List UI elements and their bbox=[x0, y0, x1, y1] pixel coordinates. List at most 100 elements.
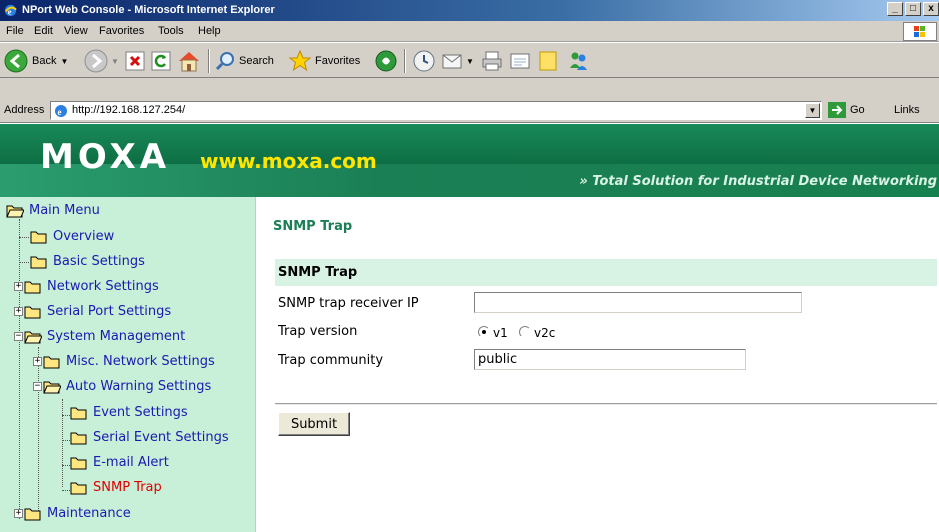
expand-plus-icon[interactable]: + bbox=[14, 509, 23, 518]
folder-icon bbox=[70, 457, 87, 469]
go-button[interactable]: Go bbox=[828, 102, 865, 118]
print-icon bbox=[482, 51, 502, 71]
toolbar-spacer bbox=[0, 78, 939, 99]
nav-item-serial-port-settings[interactable]: + Serial Port Settings bbox=[14, 304, 171, 319]
trap-version-v1-radio[interactable] bbox=[478, 326, 490, 338]
collapse-minus-icon[interactable]: − bbox=[33, 382, 42, 391]
refresh-icon bbox=[151, 51, 171, 71]
chevron-down-icon: ▼ bbox=[111, 56, 119, 66]
search-label: Search bbox=[239, 55, 274, 67]
trap-version-v2c-radio[interactable] bbox=[519, 326, 531, 338]
nav-item-serial-event-settings[interactable]: Serial Event Settings bbox=[70, 430, 229, 445]
main-content: SNMP Trap SNMP Trap SNMP trap receiver I… bbox=[257, 197, 939, 532]
search-button[interactable]: Search bbox=[214, 47, 274, 75]
links-button[interactable]: Links bbox=[894, 104, 920, 116]
svg-text:e: e bbox=[8, 6, 12, 16]
stop-button[interactable] bbox=[124, 47, 146, 75]
nav-label: SNMP Trap bbox=[93, 480, 162, 495]
moxa-logo: MOXA bbox=[40, 137, 171, 177]
browser-toolbar: Back ▼ ▼ Search Favorites ▼ bbox=[0, 42, 939, 78]
nav-item-snmp-trap[interactable]: SNMP Trap bbox=[70, 480, 162, 495]
internet-explorer-icon: e bbox=[4, 4, 17, 16]
chevron-down-icon: ▼ bbox=[466, 56, 474, 66]
favorites-star-icon bbox=[288, 49, 312, 72]
folder-icon bbox=[24, 508, 41, 520]
moxa-url[interactable]: www.moxa.com bbox=[200, 149, 377, 173]
nav-label: System Management bbox=[47, 329, 186, 344]
edit-icon bbox=[510, 53, 530, 69]
edit-button[interactable] bbox=[508, 47, 532, 75]
go-label: Go bbox=[850, 104, 865, 116]
page-icon: e bbox=[55, 105, 67, 117]
home-button[interactable] bbox=[176, 47, 202, 75]
trap-version-v1-label: v1 bbox=[493, 326, 508, 340]
refresh-button[interactable] bbox=[150, 47, 172, 75]
menu-favorites[interactable]: Favorites bbox=[99, 25, 144, 37]
address-url: http://192.168.127.254/ bbox=[72, 104, 186, 116]
trap-version-v2c-label: v2c bbox=[534, 326, 556, 340]
back-arrow-icon bbox=[4, 49, 28, 73]
address-label: Address bbox=[4, 104, 45, 116]
address-input[interactable]: e http://192.168.127.254/ ▼ bbox=[50, 101, 822, 120]
trap-community-label: Trap community bbox=[278, 353, 384, 368]
nav-item-auto-warning-settings[interactable]: − Auto Warning Settings bbox=[33, 379, 211, 394]
folder-icon bbox=[24, 281, 41, 293]
folder-icon bbox=[70, 432, 87, 444]
menu-view[interactable]: View bbox=[64, 25, 88, 37]
expand-plus-icon[interactable]: + bbox=[33, 357, 42, 366]
svg-text:e: e bbox=[58, 107, 62, 117]
nav-label: Network Settings bbox=[47, 279, 159, 294]
back-button[interactable]: Back ▼ bbox=[4, 47, 68, 75]
nav-item-network-settings[interactable]: + Network Settings bbox=[14, 279, 159, 294]
expand-plus-icon[interactable]: + bbox=[14, 282, 23, 291]
folder-icon bbox=[70, 407, 87, 419]
messenger-button[interactable] bbox=[566, 47, 590, 75]
favorites-button[interactable]: Favorites bbox=[288, 47, 360, 75]
receiver-ip-input[interactable] bbox=[474, 292, 802, 313]
menu-tools[interactable]: Tools bbox=[158, 25, 184, 37]
nav-label: Misc. Network Settings bbox=[66, 354, 215, 369]
folder-icon bbox=[70, 482, 87, 494]
folder-icon bbox=[30, 231, 47, 243]
maximize-button[interactable]: □ bbox=[905, 2, 921, 16]
trap-community-input[interactable] bbox=[474, 349, 746, 370]
print-button[interactable] bbox=[480, 47, 504, 75]
address-dropdown-button[interactable]: ▼ bbox=[805, 103, 820, 118]
forward-button[interactable]: ▼ bbox=[84, 47, 119, 75]
window-title-bar[interactable]: e NPort Web Console - Microsoft Internet… bbox=[0, 0, 939, 21]
expand-plus-icon[interactable]: + bbox=[14, 307, 23, 316]
messenger-icon bbox=[570, 52, 587, 70]
page-title: SNMP Trap bbox=[273, 219, 353, 234]
open-folder-icon bbox=[24, 331, 42, 343]
search-icon bbox=[215, 52, 234, 71]
minimize-button[interactable]: _ bbox=[887, 2, 903, 16]
collapse-minus-icon[interactable]: − bbox=[14, 332, 23, 341]
nav-item-system-management[interactable]: − System Management bbox=[14, 329, 185, 344]
receiver-ip-label: SNMP trap receiver IP bbox=[278, 296, 419, 311]
section-title: SNMP Trap bbox=[278, 265, 358, 280]
history-icon bbox=[413, 50, 435, 72]
media-button[interactable] bbox=[374, 47, 398, 75]
media-icon bbox=[375, 50, 397, 72]
banner-tagline: » Total Solution for Industrial Device N… bbox=[579, 174, 937, 189]
nav-item-basic-settings[interactable]: Basic Settings bbox=[30, 254, 145, 269]
nav-item-maintenance[interactable]: + Maintenance bbox=[14, 506, 131, 521]
nav-item-main-menu[interactable]: Main Menu bbox=[6, 203, 100, 218]
nav-item-misc-network-settings[interactable]: + Misc. Network Settings bbox=[33, 354, 215, 369]
history-button[interactable] bbox=[412, 47, 436, 75]
submit-button[interactable]: Submit bbox=[278, 412, 350, 436]
nav-label: Auto Warning Settings bbox=[66, 379, 212, 394]
menu-edit[interactable]: Edit bbox=[34, 25, 53, 37]
nav-item-email-alert[interactable]: E-mail Alert bbox=[70, 455, 169, 470]
nav-label: E-mail Alert bbox=[93, 455, 169, 470]
menu-help[interactable]: Help bbox=[198, 25, 221, 37]
address-bar: Address e http://192.168.127.254/ ▼ Go L… bbox=[0, 99, 939, 123]
mail-button[interactable]: ▼ bbox=[440, 47, 474, 75]
close-button[interactable]: x bbox=[923, 2, 939, 16]
home-icon bbox=[179, 52, 199, 72]
nav-label: Event Settings bbox=[93, 405, 188, 420]
menu-file[interactable]: File bbox=[6, 25, 24, 37]
discuss-button[interactable] bbox=[536, 47, 560, 75]
nav-item-overview[interactable]: Overview bbox=[30, 229, 114, 244]
nav-item-event-settings[interactable]: Event Settings bbox=[70, 405, 188, 420]
